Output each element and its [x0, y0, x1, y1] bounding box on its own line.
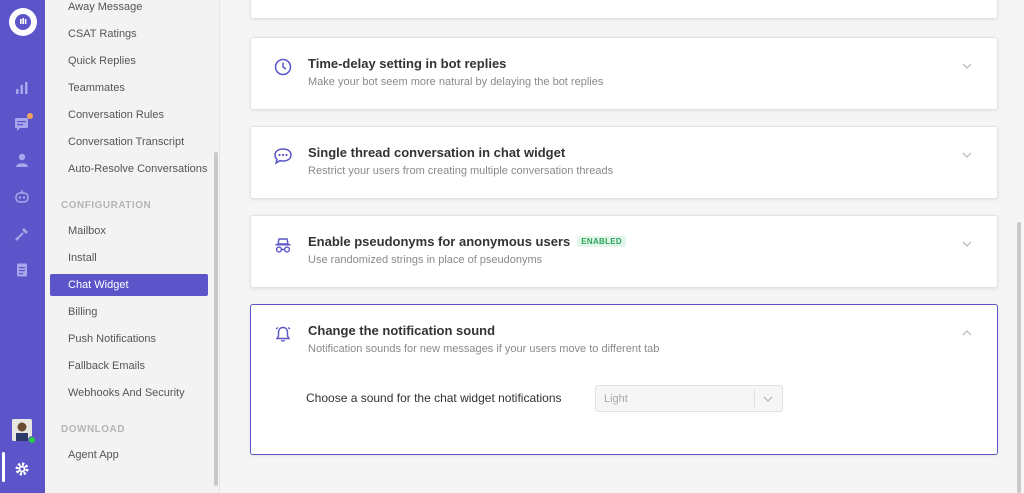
notification-dot: [27, 113, 33, 119]
main-content: Time-delay setting in bot replies Make y…: [220, 0, 1024, 493]
logo-chat-icon[interactable]: [9, 8, 37, 36]
select-divider: [754, 390, 755, 407]
bot-icon[interactable]: [13, 188, 31, 206]
sidebar-item-away-message[interactable]: Away Message: [50, 0, 208, 18]
card-title: Time-delay setting in bot replies: [308, 56, 507, 71]
section-download: DOWNLOAD: [61, 424, 125, 435]
app-rail: [0, 0, 45, 493]
sidebar-item-teammates[interactable]: Teammates: [50, 77, 208, 99]
integrations-icon[interactable]: [13, 225, 31, 243]
sidebar-item-conversation-rules[interactable]: Conversation Rules: [50, 104, 208, 126]
reports-icon[interactable]: [13, 79, 31, 97]
card-description: Use randomized strings in place of pseud…: [308, 254, 543, 266]
users-icon[interactable]: [13, 151, 31, 169]
sound-select[interactable]: Light: [595, 385, 783, 412]
sidebar-item-install[interactable]: Install: [50, 247, 208, 269]
online-status-dot: [28, 436, 36, 444]
card-title: Change the notification sound: [308, 323, 496, 338]
card-description: Make your bot seem more natural by delay…: [308, 76, 604, 88]
sidebar-item-webhooks-security[interactable]: Webhooks And Security: [50, 382, 208, 404]
chevron-down-icon[interactable]: [961, 60, 973, 72]
chevron-down-icon[interactable]: [961, 149, 973, 161]
card-description: Restrict your users from creating multip…: [308, 165, 614, 177]
bell-icon: [273, 324, 293, 344]
sidebar-item-agent-app[interactable]: Agent App: [50, 444, 208, 466]
active-indicator: [2, 452, 5, 482]
sound-select-value: Light: [604, 393, 628, 405]
settings-icon[interactable]: [13, 460, 31, 478]
clock-icon: [273, 57, 293, 77]
chat-bubble-icon: [273, 146, 293, 166]
main-scrollbar[interactable]: [1017, 222, 1021, 493]
card-title: Single thread conversation in chat widge…: [308, 145, 566, 160]
sidebar-item-csat-ratings[interactable]: CSAT Ratings: [50, 23, 208, 45]
card-time-delay[interactable]: Time-delay setting in bot replies Make y…: [250, 37, 998, 110]
card-single-thread[interactable]: Single thread conversation in chat widge…: [250, 126, 998, 199]
docs-icon[interactable]: [13, 261, 31, 279]
settings-card-partial: [250, 0, 998, 19]
card-description: Notification sounds for new messages if …: [308, 343, 660, 355]
sidebar-item-chat-widget[interactable]: Chat Widget: [50, 274, 208, 296]
chevron-up-icon[interactable]: [961, 327, 973, 339]
sidebar-item-conversation-transcript[interactable]: Conversation Transcript: [50, 131, 208, 153]
card-notification-sound[interactable]: Change the notification sound Notificati…: [250, 304, 998, 455]
sidebar-item-push-notifications[interactable]: Push Notifications: [50, 328, 208, 350]
sidebar-item-mailbox[interactable]: Mailbox: [50, 220, 208, 242]
card-title: Enable pseudonyms for anonymous users ENA…: [308, 234, 627, 249]
status-badge: ENABLED: [577, 236, 627, 247]
sidebar-item-quick-replies[interactable]: Quick Replies: [50, 50, 208, 72]
sidebar-item-auto-resolve[interactable]: Auto-Resolve Conversations: [50, 158, 208, 180]
incognito-icon: [273, 235, 293, 255]
card-title-text: Enable pseudonyms for anonymous users: [308, 234, 571, 249]
sidebar-scrollbar[interactable]: [214, 152, 218, 486]
sidebar-item-fallback-emails[interactable]: Fallback Emails: [50, 355, 208, 377]
chevron-down-icon[interactable]: [762, 393, 774, 405]
conversations-icon[interactable]: [13, 113, 33, 133]
chevron-down-icon[interactable]: [961, 238, 973, 250]
sidebar-item-billing[interactable]: Billing: [50, 301, 208, 323]
section-configuration: CONFIGURATION: [61, 200, 152, 211]
card-pseudonyms[interactable]: Enable pseudonyms for anonymous users ENA…: [250, 215, 998, 288]
sound-select-label: Choose a sound for the chat widget notif…: [306, 391, 562, 405]
settings-sidebar: Away Message CSAT Ratings Quick Replies …: [45, 0, 220, 493]
